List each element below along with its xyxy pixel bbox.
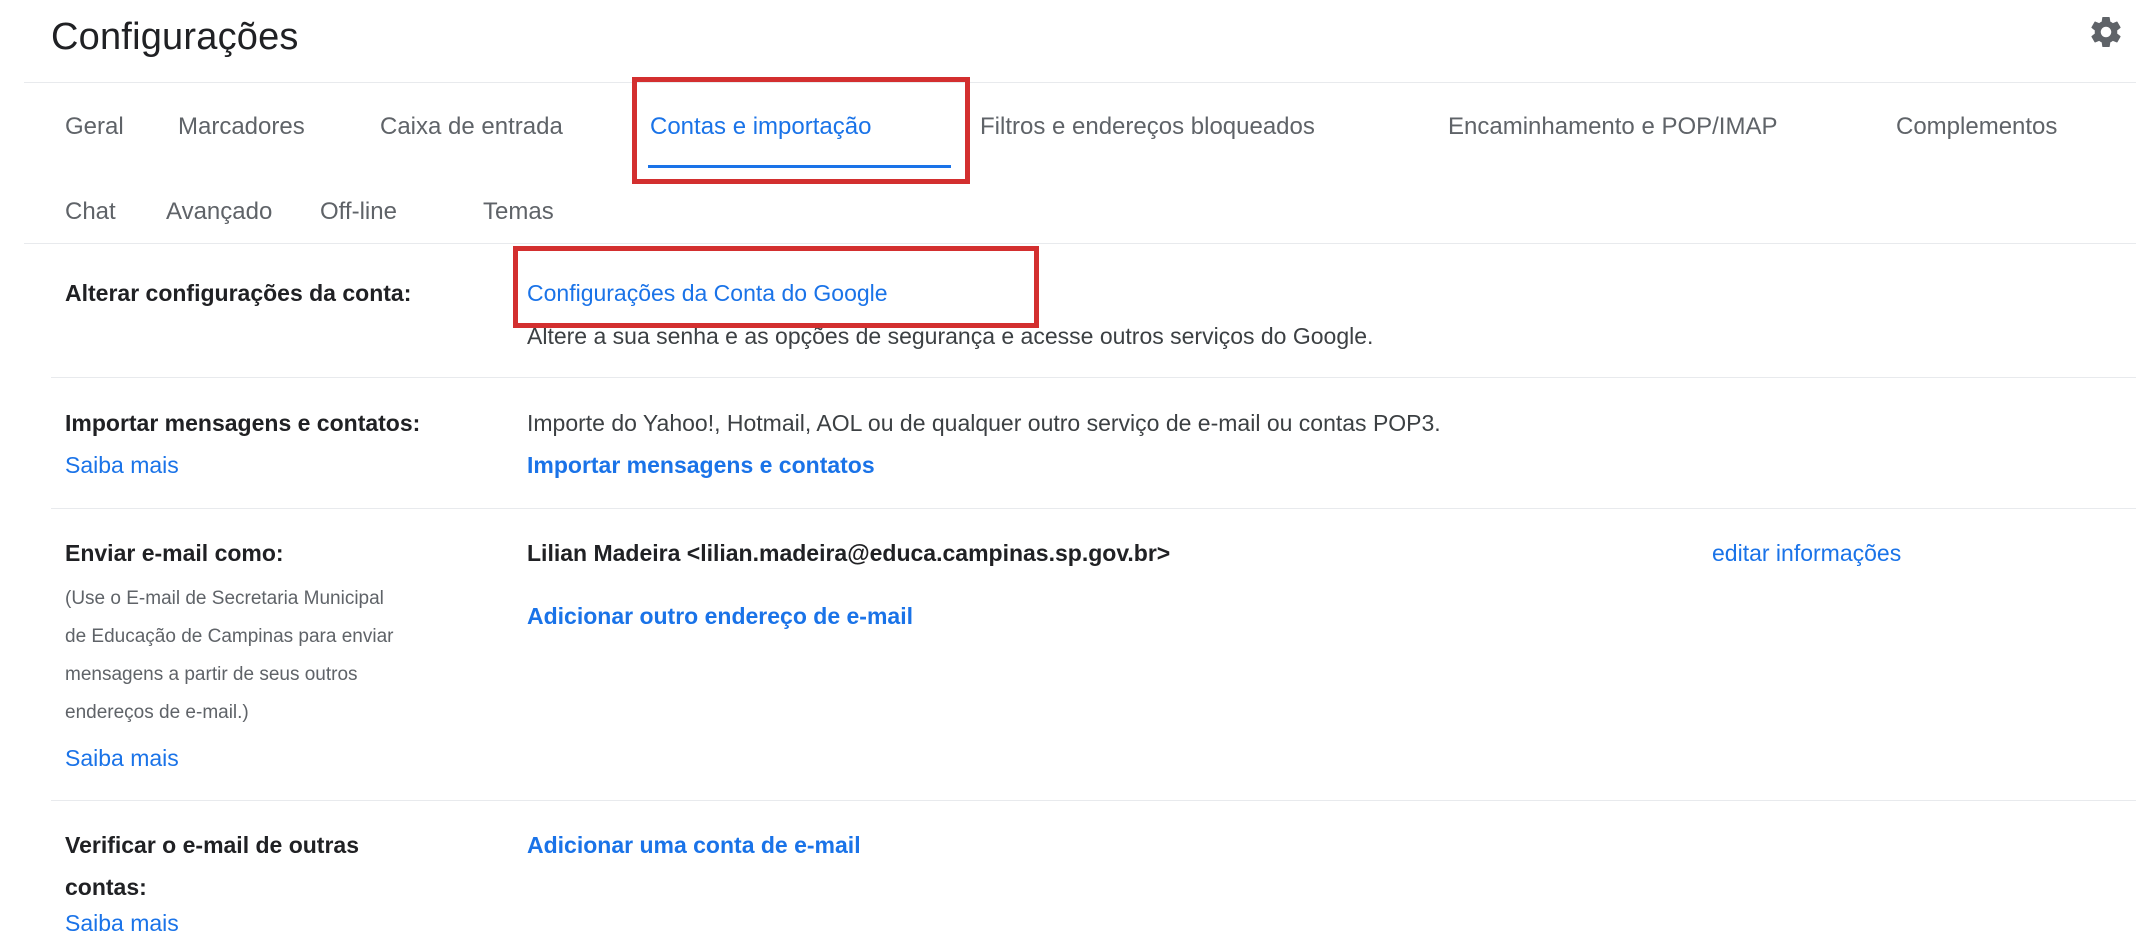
add-email-address-button[interactable]: Adicionar outro endereço de e-mail: [527, 603, 913, 630]
tabs-divider: [24, 243, 2136, 244]
send-as-identity: Lilian Madeira <lilian.madeira@educa.cam…: [527, 540, 1171, 566]
gear-icon[interactable]: [2088, 14, 2124, 50]
header-divider: [24, 82, 2136, 83]
tab-contas-e-importacao[interactable]: Contas e importação: [650, 113, 871, 141]
tab-complementos[interactable]: Complementos: [1896, 113, 2057, 141]
check-other-label-line1: Verificar o e-mail de outras: [65, 832, 360, 858]
check-other-label-line2: contas:: [65, 874, 147, 900]
google-account-settings-link[interactable]: Configurações da Conta do Google: [527, 280, 888, 307]
tab-geral[interactable]: Geral: [65, 113, 124, 141]
row-divider: [51, 377, 2136, 378]
active-tab-indicator: [648, 165, 951, 168]
change-account-label: Alterar configurações da conta:: [65, 280, 412, 306]
send-as-explanation-line: endereços de e-mail.): [65, 702, 249, 723]
send-as-explanation-line: (Use o E-mail de Secretaria Municipal: [65, 588, 384, 609]
import-learn-more-link[interactable]: Saiba mais: [65, 452, 179, 479]
tab-caixa-de-entrada[interactable]: Caixa de entrada: [380, 113, 563, 141]
tab-marcadores[interactable]: Marcadores: [178, 113, 305, 141]
import-description: Importe do Yahoo!, Hotmail, AOL ou de qu…: [527, 410, 1441, 436]
send-as-learn-more-link[interactable]: Saiba mais: [65, 745, 179, 772]
tab-off-line[interactable]: Off-line: [320, 198, 397, 226]
page-title: Configurações: [51, 16, 299, 58]
add-email-account-button[interactable]: Adicionar uma conta de e-mail: [527, 832, 861, 859]
send-as-explanation: (Use o E-mail de Secretaria Municipal de…: [65, 580, 535, 732]
send-as-explanation-line: de Educação de Campinas para enviar: [65, 626, 394, 647]
tab-temas[interactable]: Temas: [483, 198, 554, 226]
import-label: Importar mensagens e contatos:: [65, 410, 421, 436]
send-as-label: Enviar e-mail como:: [65, 540, 284, 566]
tab-filtros-e-enderecos-bloqueados[interactable]: Filtros e endereços bloqueados: [980, 113, 1315, 141]
tab-avancado[interactable]: Avançado: [166, 198, 272, 226]
import-messages-button[interactable]: Importar mensagens e contatos: [527, 452, 875, 479]
tab-encaminhamento-pop-imap[interactable]: Encaminhamento e POP/IMAP: [1448, 113, 1777, 141]
change-account-description: Altere a sua senha e as opções de segura…: [527, 323, 1374, 349]
edit-info-link[interactable]: editar informações: [1712, 540, 1901, 567]
row-divider: [51, 508, 2136, 509]
row-divider: [51, 800, 2136, 801]
send-as-explanation-line: mensagens a partir de seus outros: [65, 664, 358, 685]
tab-chat[interactable]: Chat: [65, 198, 116, 226]
